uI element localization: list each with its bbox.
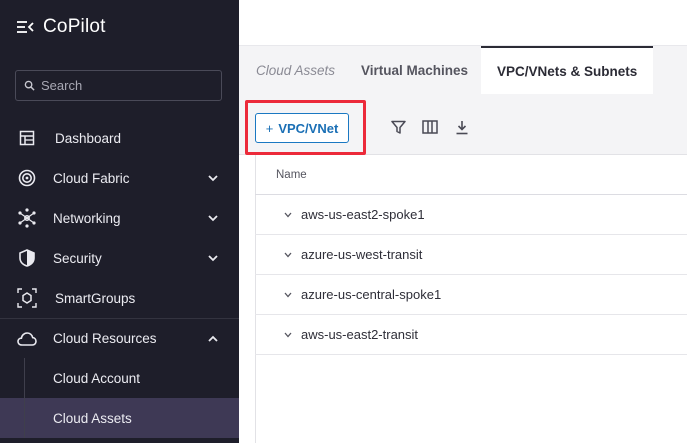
- row-name: aws-us-east2-transit: [301, 327, 419, 342]
- sidebar-item-label: SmartGroups: [55, 290, 136, 306]
- add-button-label: VPC/VNet: [278, 120, 339, 136]
- table-row[interactable]: azure-us-central-spoke1: [255, 275, 687, 315]
- chevron-down-icon: [208, 255, 218, 262]
- shield-icon: [17, 248, 37, 268]
- sidebar-item-label: Security: [53, 250, 102, 266]
- brand: CoPilot: [16, 14, 106, 40]
- chevron-up-icon: [208, 335, 218, 342]
- chevron-down-icon[interactable]: [284, 330, 294, 340]
- chevron-down-icon[interactable]: [284, 210, 294, 220]
- chevron-down-icon: [208, 175, 218, 182]
- search-input[interactable]: [41, 78, 211, 93]
- sidebar-item-networking[interactable]: Networking: [0, 198, 239, 238]
- tree-line: [24, 358, 25, 398]
- sidebar-item-label: Cloud Resources: [53, 331, 157, 346]
- filter-icon[interactable]: [389, 118, 407, 136]
- download-icon[interactable]: [453, 118, 471, 136]
- main-content: Cloud Assets Virtual Machines VPC/VNets …: [239, 0, 687, 443]
- search-box[interactable]: [15, 70, 222, 101]
- table-row[interactable]: aws-us-east2-transit: [255, 315, 687, 355]
- top-bar: [239, 0, 687, 46]
- tab-vpc-vnets-subnets[interactable]: VPC/VNets & Subnets: [481, 46, 654, 94]
- sidebar-nav: Dashboard Cloud Fabric Networking Securi…: [0, 118, 239, 438]
- cloud-fabric-icon: [17, 168, 37, 188]
- search-icon: [24, 80, 35, 91]
- sidebar-item-cloud-fabric[interactable]: Cloud Fabric: [0, 158, 239, 198]
- smartgroups-icon: [17, 288, 37, 308]
- sidebar-item-security[interactable]: Security: [0, 238, 239, 278]
- app-title: CoPilot: [43, 16, 106, 37]
- sidebar-subitem-cloud-assets[interactable]: Cloud Assets: [0, 398, 239, 438]
- row-name: azure-us-west-transit: [301, 247, 423, 262]
- sidebar-item-label: Cloud Fabric: [53, 170, 130, 186]
- chevron-down-icon[interactable]: [284, 290, 294, 300]
- collapse-menu-icon[interactable]: [16, 18, 34, 36]
- sidebar-subitem-label: Cloud Assets: [53, 410, 132, 426]
- tab-bar: Cloud Assets Virtual Machines VPC/VNets …: [239, 46, 687, 94]
- column-header-name[interactable]: Name: [255, 155, 687, 195]
- tab-virtual-machines[interactable]: Virtual Machines: [361, 46, 468, 94]
- dashboard-icon: [17, 128, 37, 148]
- row-name: azure-us-central-spoke1: [301, 287, 442, 302]
- table-row[interactable]: azure-us-west-transit: [255, 235, 687, 275]
- add-vpc-vnet-button[interactable]: + VPC/VNet: [255, 113, 349, 143]
- row-name: aws-us-east2-spoke1: [301, 207, 425, 222]
- sidebar-item-smartgroups[interactable]: SmartGroups: [0, 278, 239, 318]
- tab-cloud-assets[interactable]: Cloud Assets: [256, 46, 335, 94]
- columns-icon[interactable]: [421, 118, 439, 136]
- tree-line: [24, 398, 25, 438]
- chevron-down-icon[interactable]: [284, 250, 294, 260]
- sidebar-subitem-cloud-account[interactable]: Cloud Account: [0, 358, 239, 398]
- table-row[interactable]: aws-us-east2-spoke1: [255, 195, 687, 235]
- toolbar: + VPC/VNet: [239, 94, 687, 155]
- sidebar-item-cloud-resources[interactable]: Cloud Resources: [0, 318, 239, 358]
- plus-icon: +: [265, 120, 274, 136]
- sidebar-item-label: Dashboard: [55, 130, 122, 146]
- networking-icon: [17, 208, 37, 228]
- sidebar-item-dashboard[interactable]: Dashboard: [0, 118, 239, 158]
- sidebar-item-label: Networking: [53, 210, 121, 226]
- sidebar: CoPilot Dashboard Cloud Fabric Netwo: [0, 0, 239, 443]
- chevron-down-icon: [208, 215, 218, 222]
- cloud-icon: [17, 329, 37, 349]
- vpc-table: Name aws-us-east2-spoke1 azure-us-west-t…: [255, 155, 687, 355]
- sidebar-subitem-label: Cloud Account: [53, 370, 141, 386]
